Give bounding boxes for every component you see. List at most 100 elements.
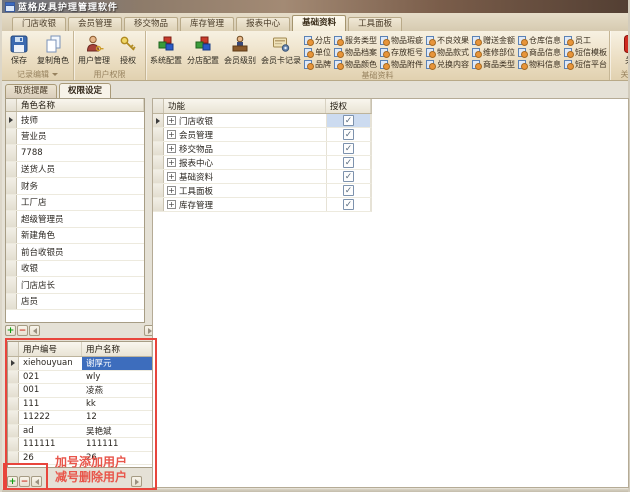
user-row[interactable]: 1122212 [8, 411, 152, 425]
authorize-checkbox[interactable]: ✓ [343, 185, 354, 196]
expand-icon[interactable]: + [167, 200, 176, 209]
copy-role-button[interactable]: 复制角色 [35, 33, 71, 67]
user-name-header[interactable]: 用户名称 [82, 342, 152, 356]
authorize-header[interactable]: 授权 [326, 99, 371, 113]
function-header[interactable]: 功能 [164, 99, 326, 113]
item-item-style[interactable]: 物品款式 [426, 47, 469, 58]
group-record-edit: 保存 复制角色 记录编辑 [2, 31, 74, 80]
function-row[interactable]: +基础资料 ✓ [153, 170, 372, 184]
tab-permission-setting[interactable]: 权限设定 [59, 83, 111, 99]
user-id-header[interactable]: 用户编号 [19, 342, 82, 356]
item-bad-effect[interactable]: 不良效果 [426, 35, 469, 46]
tab-reports[interactable]: 报表中心 [236, 17, 290, 31]
role-row[interactable]: 新建角色 [6, 228, 144, 245]
close-button[interactable]: 关闭 [618, 33, 628, 67]
user-row[interactable]: xiehouyuan谢厚元 [8, 357, 152, 371]
function-row[interactable]: +会员管理 ✓ [153, 128, 372, 142]
item-product-info[interactable]: 商品信息 [518, 47, 561, 58]
item-repair-part[interactable]: 维修部位 [472, 47, 515, 58]
authorize-checkbox[interactable]: ✓ [343, 115, 354, 126]
role-row[interactable]: 门店店长 [6, 277, 144, 294]
key-icon [118, 34, 138, 54]
authorize-checkbox[interactable]: ✓ [343, 143, 354, 154]
grid-corner-cell [8, 342, 19, 356]
authorize-checkbox[interactable]: ✓ [343, 129, 354, 140]
role-row[interactable]: 收银 [6, 261, 144, 278]
branch-config-button[interactable]: 分店配置 [185, 33, 221, 67]
role-row[interactable]: 店员 [6, 294, 144, 311]
item-material-info[interactable]: 物料信息 [518, 59, 561, 70]
item-item-color[interactable]: 物品颜色 [334, 59, 377, 70]
item-exchange-content[interactable]: 兑换内容 [426, 59, 469, 70]
role-row[interactable]: 前台收银员 [6, 244, 144, 261]
authorize-checkbox[interactable]: ✓ [343, 171, 354, 182]
role-row[interactable]: 工厂店 [6, 195, 144, 212]
role-name-header[interactable]: 角色名称 [17, 99, 144, 111]
user-row[interactable]: 111111111111 [8, 438, 152, 452]
item-icon [380, 36, 389, 45]
member-card-button[interactable]: 会员卡记录 [259, 33, 303, 67]
user-row[interactable]: 111kk [8, 398, 152, 412]
add-user-button[interactable]: + [7, 476, 18, 487]
item-gift-amount[interactable]: 赠送金额 [472, 35, 515, 46]
user-row[interactable]: 001凌燕 [8, 384, 152, 398]
expand-icon[interactable]: + [167, 186, 176, 195]
role-row[interactable]: 送货人员 [6, 162, 144, 179]
add-role-button[interactable]: + [5, 325, 16, 336]
remove-user-button[interactable]: − [19, 476, 30, 487]
tab-pickup-reminder[interactable]: 取货提醒 [5, 84, 57, 99]
user-row[interactable]: ad吴艳斌 [8, 425, 152, 439]
user-row[interactable]: 021wly [8, 371, 152, 385]
tab-inventory[interactable]: 库存管理 [180, 17, 234, 31]
item-item-defect[interactable]: 物品瑕疵 [380, 35, 423, 46]
tab-tool-panel[interactable]: 工具面板 [348, 17, 402, 31]
grid-corner-cell [153, 99, 164, 113]
function-row[interactable]: +门店收银 ✓ [153, 114, 372, 128]
item-unit[interactable]: 单位 [304, 47, 331, 58]
prev-button[interactable] [29, 325, 40, 336]
item-item-accessory[interactable]: 物品附件 [380, 59, 423, 70]
item-product-type[interactable]: 商品类型 [472, 59, 515, 70]
authorize-checkbox[interactable]: ✓ [343, 157, 354, 168]
item-cabinet-no[interactable]: 存放柜号 [380, 47, 423, 58]
item-branch[interactable]: 分店 [304, 35, 331, 46]
tab-member-manage[interactable]: 会员管理 [68, 17, 122, 31]
dialog-launcher-icon[interactable] [52, 73, 58, 76]
authorize-checkbox[interactable]: ✓ [343, 199, 354, 210]
role-row[interactable]: 技师 [6, 112, 144, 129]
expand-icon[interactable]: + [167, 158, 176, 167]
member-level-button[interactable]: 会员级别 [222, 33, 258, 67]
role-row[interactable]: 7788 [6, 145, 144, 162]
function-row[interactable]: +移交物品 ✓ [153, 142, 372, 156]
item-icon [472, 36, 481, 45]
item-sms-template[interactable]: 短信模板 [564, 47, 607, 58]
item-item-archive[interactable]: 物品档案 [334, 47, 377, 58]
prev-icon [35, 479, 39, 485]
item-brand[interactable]: 品牌 [304, 59, 331, 70]
tab-store-cashier[interactable]: 门店收银 [12, 17, 66, 31]
expand-icon[interactable]: + [167, 116, 176, 125]
item-sms-platform[interactable]: 短信平台 [564, 59, 607, 70]
expand-icon[interactable]: + [167, 172, 176, 181]
function-row[interactable]: +报表中心 ✓ [153, 156, 372, 170]
current-row-marker-icon [9, 117, 13, 123]
role-row[interactable]: 营业员 [6, 129, 144, 146]
save-button[interactable]: 保存 [4, 33, 34, 67]
role-row[interactable]: 财务 [6, 178, 144, 195]
remove-role-button[interactable]: − [17, 325, 28, 336]
prev-button[interactable] [31, 476, 42, 487]
tab-base-data[interactable]: 基础资料 [292, 15, 346, 31]
next-button[interactable] [131, 476, 142, 487]
item-service-type[interactable]: 服务类型 [334, 35, 377, 46]
item-warehouse-info[interactable]: 仓库信息 [518, 35, 561, 46]
expand-icon[interactable]: + [167, 130, 176, 139]
authorize-button[interactable]: 授权 [113, 33, 143, 67]
expand-icon[interactable]: + [167, 144, 176, 153]
item-employee[interactable]: 员工 [564, 35, 607, 46]
tab-transfer-items[interactable]: 移交物品 [124, 17, 178, 31]
function-row[interactable]: +库存管理 ✓ [153, 198, 372, 212]
user-manage-button[interactable]: 用户管理 [76, 33, 112, 67]
sys-config-button[interactable]: 系统配置 [148, 33, 184, 67]
function-row[interactable]: +工具面板 ✓ [153, 184, 372, 198]
role-row[interactable]: 超级管理员 [6, 211, 144, 228]
